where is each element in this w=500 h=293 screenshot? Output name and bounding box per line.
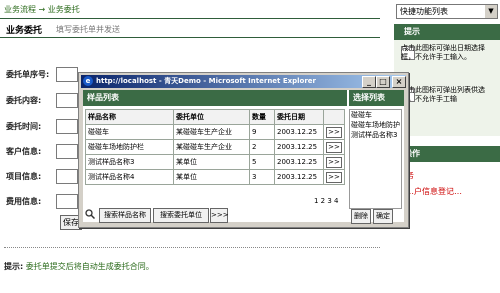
table-row[interactable]: 碰碰车 某碰碰车生产企业 9 2003.12.25 >>	[85, 124, 345, 140]
page-title: 业务委托	[6, 26, 43, 36]
footer-hint: 提示: 委托单提交后将自动生成委托合同。	[4, 261, 154, 272]
cell-unit: 某单位	[173, 154, 250, 170]
search-go-button[interactable]: >>>	[210, 208, 229, 223]
quick-function-select-value: 快捷功能列表	[400, 7, 448, 16]
label-fee: 费用信息:	[6, 197, 42, 206]
selected-item[interactable]: 碰碰车	[350, 110, 401, 120]
label-content: 委托内容:	[6, 96, 42, 105]
add-item-button[interactable]: >>	[326, 156, 342, 168]
column-header-date: 委托日期	[274, 109, 324, 125]
column-header-unit: 委托单位	[173, 109, 250, 125]
column-header-qty: 数量	[249, 109, 275, 125]
cell-add: >>	[323, 139, 345, 155]
operation-link-client-register[interactable]: …户信息登记…	[406, 186, 462, 197]
selected-item[interactable]: 测试样品名称3	[350, 130, 401, 140]
page-hint: 填写委托单并发送	[56, 25, 120, 34]
column-header-name: 样品名称	[85, 109, 174, 125]
order-number-field[interactable]	[56, 67, 78, 82]
sample-list-title: 样品列表	[83, 90, 347, 106]
ie-icon: e	[83, 76, 93, 86]
tip-list-picker: 点击此图标可弹出列表供选择，不允许手工输	[401, 86, 485, 103]
selected-listbox[interactable]: 碰碰车 碰碰车场地防护 测试样品名称3	[349, 109, 402, 209]
breadcrumb: 业务流程 → 业务委托	[4, 4, 80, 15]
confirm-button[interactable]: 确定	[373, 209, 393, 224]
delete-button[interactable]: 删除	[351, 209, 371, 224]
breadcrumb-separator: →	[38, 5, 46, 14]
fee-field[interactable]	[56, 194, 78, 209]
label-time: 委托时间:	[6, 122, 42, 131]
add-item-button[interactable]: >>	[326, 141, 342, 153]
sample-table: 样品名称 委托单位 数量 委托日期 碰碰车 某碰碰车生产企业 9 2003.12…	[85, 109, 345, 185]
popup-content: 样品列表 选择列表 样品名称 委托单位 数量 委托日期 碰碰车 某碰碰车生产企业…	[83, 90, 404, 224]
table-row[interactable]: 测试样品名称4 某单位 3 2003.12.25 >>	[85, 169, 345, 185]
operations-panel: 操作 务 …户信息登记…	[394, 146, 500, 204]
close-button[interactable]: ×	[392, 76, 406, 88]
popup-title-text: http://localhost - 青天Demo - Microsoft In…	[96, 77, 317, 85]
popup-window: e http://localhost - 青天Demo - Microsoft …	[78, 72, 409, 228]
sample-table-header: 样品名称 委托单位 数量 委托日期	[85, 109, 345, 125]
project-field[interactable]	[56, 169, 78, 184]
cell-add: >>	[323, 124, 345, 140]
tips-panel: 提示 点击此图标可弹出日期选择框，不允许手工输入。 点击此图标可弹出列表供选择，…	[394, 24, 500, 136]
title-underline	[0, 37, 380, 38]
cell-unit: 某单位	[173, 169, 250, 185]
cell-add: >>	[323, 154, 345, 170]
label-project: 项目信息:	[6, 172, 42, 181]
cell-unit: 某碰碰车生产企业	[173, 139, 250, 155]
cell-qty: 9	[249, 124, 275, 140]
cell-date: 2003.12.25	[274, 169, 324, 185]
minimize-button[interactable]: _	[362, 76, 376, 88]
cell-date: 2003.12.25	[274, 124, 324, 140]
selected-item[interactable]: 碰碰车场地防护	[350, 120, 401, 130]
cell-qty: 2	[249, 139, 275, 155]
label-client: 客户信息:	[6, 147, 42, 156]
search-icon	[85, 209, 96, 220]
table-row[interactable]: 碰碰车场地防护栏 某碰碰车生产企业 2 2003.12.25 >>	[85, 139, 345, 155]
cell-unit: 某碰碰车生产企业	[173, 124, 250, 140]
client-field[interactable]	[56, 144, 78, 159]
content-field[interactable]	[56, 93, 78, 108]
time-field[interactable]	[56, 119, 78, 134]
add-item-button[interactable]: >>	[326, 126, 342, 138]
breadcrumb-item-process[interactable]: 业务流程	[4, 5, 36, 14]
column-header-add	[323, 109, 345, 125]
breadcrumb-item-entrust[interactable]: 业务委托	[48, 5, 80, 14]
form-bottom-dashes	[4, 247, 380, 248]
footer-hint-prefix: 提示:	[4, 262, 24, 271]
cell-name: 碰碰车场地防护栏	[85, 139, 174, 155]
add-item-button[interactable]: >>	[326, 171, 342, 183]
table-row[interactable]: 测试样品名称3 某单位 5 2003.12.25 >>	[85, 154, 345, 170]
tips-panel-title: 提示	[394, 24, 500, 40]
maximize-button[interactable]: □	[376, 76, 390, 88]
search-name-input[interactable]: 搜索样品名称	[99, 208, 151, 223]
top-divider	[0, 18, 380, 19]
tip-date-picker: 点击此图标可弹出日期选择框，不允许手工输入。	[401, 44, 485, 61]
cell-name: 测试样品名称4	[85, 169, 174, 185]
label-order-number: 委托单序号:	[6, 70, 50, 79]
chevron-down-icon: ▼	[485, 5, 497, 18]
selected-list-title: 选择列表	[349, 90, 404, 106]
cell-date: 2003.12.25	[274, 154, 324, 170]
footer-hint-text: 委托单提交后将自动生成委托合同。	[25, 262, 154, 271]
cell-name: 碰碰车	[85, 124, 174, 140]
pagination[interactable]: 1 2 3 4	[314, 197, 339, 205]
quick-function-select[interactable]: 快捷功能列表 ▼	[396, 4, 498, 19]
cell-add: >>	[323, 169, 345, 185]
cell-qty: 3	[249, 169, 275, 185]
operations-panel-title: 操作	[394, 146, 500, 162]
popup-titlebar[interactable]: e http://localhost - 青天Demo - Microsoft …	[81, 75, 406, 88]
cell-date: 2003.12.25	[274, 139, 324, 155]
cell-qty: 5	[249, 154, 275, 170]
search-unit-input[interactable]: 搜索委托单位	[153, 208, 209, 223]
cell-name: 测试样品名称3	[85, 154, 174, 170]
